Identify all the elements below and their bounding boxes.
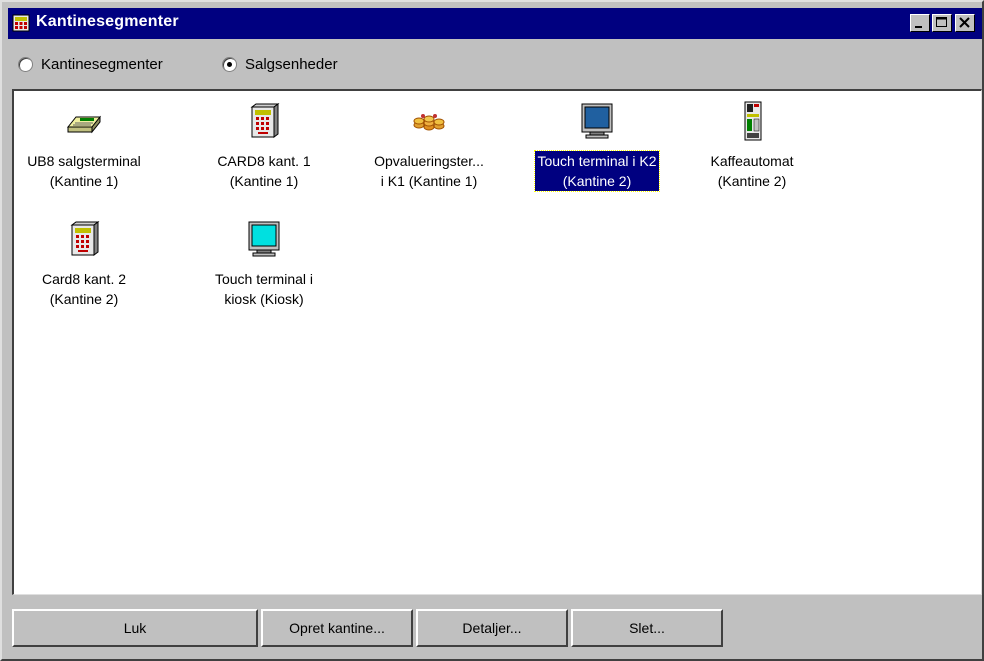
list-item-label: Touch terminal i K2 (Kantine 2) [534,150,660,192]
keypad-terminal-icon [66,115,102,134]
kantinesegmenter-window: Kantinesegmenter Kantinesegmenter Salgse… [0,0,984,661]
details-button[interactable]: Detaljer... [416,609,568,647]
radio-button-selected-icon [222,57,237,72]
maximize-icon [936,17,947,27]
list-item-selected[interactable]: Touch terminal i K2 (Kantine 2) [527,101,667,192]
close-icon [959,17,970,28]
title-bar[interactable]: Kantinesegmenter [8,8,982,39]
radio-kantinesegmenter-label: Kantinesegmenter [41,56,163,73]
list-item[interactable]: Kaffeautomat (Kantine 2) [682,101,822,191]
list-item-label: Touch terminal i kiosk (Kiosk) [214,271,314,307]
minimize-button[interactable] [910,14,930,32]
minimize-icon [915,26,922,28]
monitor-icon [581,103,613,139]
radio-salgsenheder-label: Salgsenheder [245,56,338,73]
radio-button-icon [18,57,33,72]
close-button[interactable]: Luk [12,609,258,647]
radio-kantinesegmenter[interactable]: Kantinesegmenter [18,56,163,73]
list-item[interactable]: UB8 salgsterminal (Kantine 1) [14,101,154,191]
window-title: Kantinesegmenter [36,13,179,30]
list-item-label: Kaffeautomat (Kantine 2) [710,153,794,189]
close-window-button[interactable] [955,14,975,32]
list-item-label: Opvalueringster... i K1 (Kantine 1) [374,153,484,189]
card-reader-icon [70,221,100,256]
create-canteen-button[interactable]: Opret kantine... [261,609,413,647]
list-item[interactable]: Touch terminal i kiosk (Kiosk) [194,219,334,309]
button-bar: Luk Opret kantine... Detaljer... Slet... [12,601,982,653]
delete-button[interactable]: Slet... [571,609,723,647]
sales-units-list[interactable]: UB8 salgsterminal (Kantine 1) CARD8 kant… [12,89,982,595]
list-item-label: Card8 kant. 2 (Kantine 2) [41,271,127,307]
list-item-label: UB8 salgsterminal (Kantine 1) [27,153,141,189]
list-item-label: CARD8 kant. 1 (Kantine 1) [217,153,311,189]
monitor-icon [248,221,280,257]
radio-salgsenheder[interactable]: Salgsenheder [222,56,338,73]
list-item[interactable]: Opvalueringster... i K1 (Kantine 1) [359,101,499,191]
list-item[interactable]: Card8 kant. 2 (Kantine 2) [14,219,154,309]
coins-icon [413,114,445,131]
maximize-button[interactable] [932,14,952,32]
coffee-machine-icon [744,101,762,141]
card-reader-icon [250,103,280,138]
view-mode-radio-group: Kantinesegmenter Salgsenheder [12,52,972,82]
list-item[interactable]: CARD8 kant. 1 (Kantine 1) [194,101,334,191]
app-grid-icon [12,14,30,32]
